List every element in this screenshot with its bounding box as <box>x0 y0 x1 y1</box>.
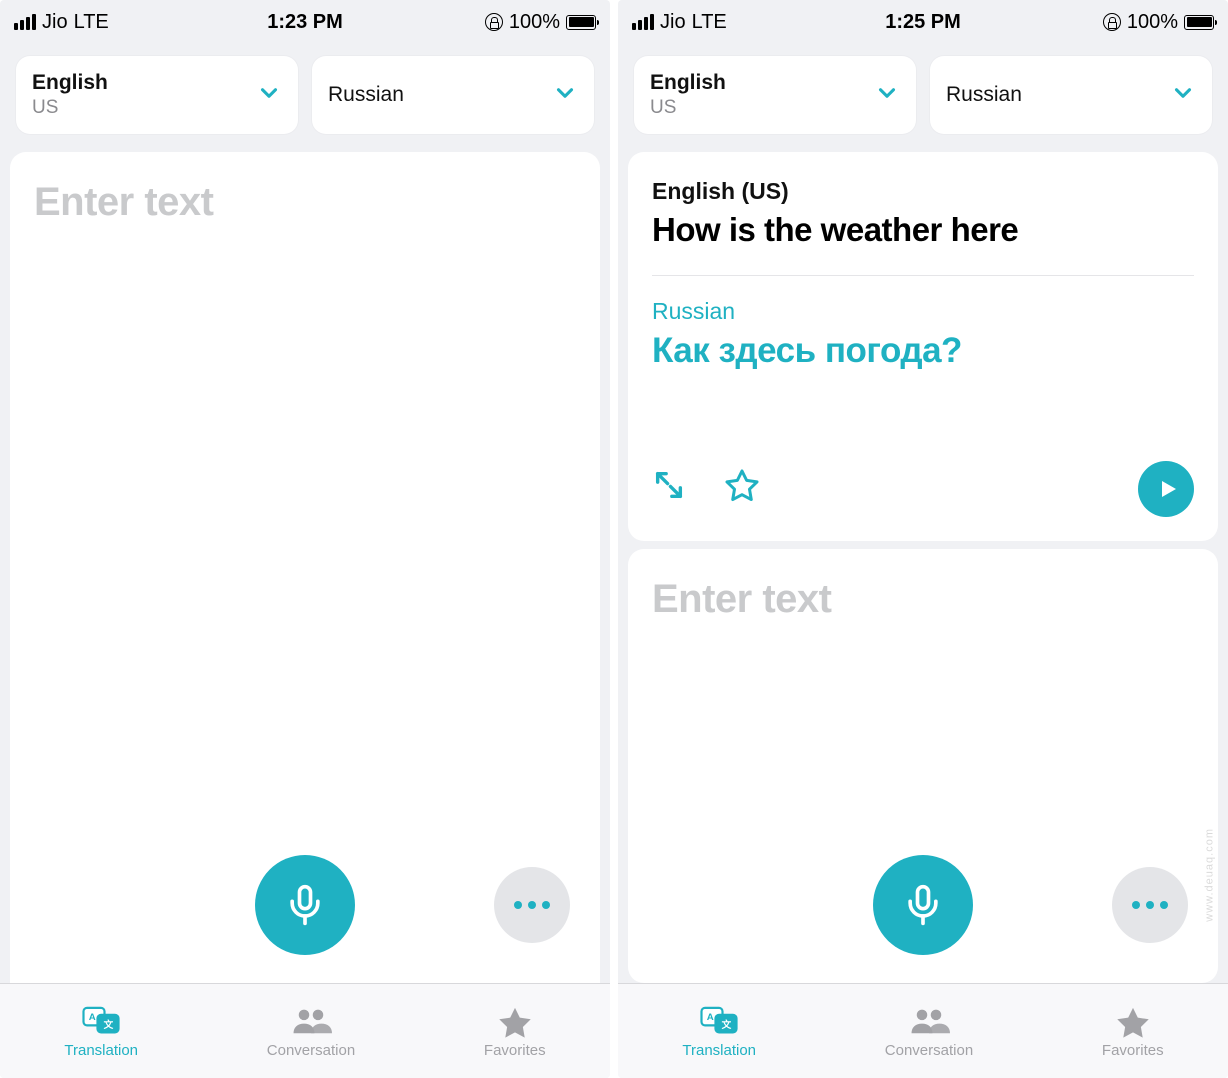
network-label: LTE <box>692 11 727 34</box>
signal-icon <box>632 14 654 30</box>
svg-text:A: A <box>707 1012 714 1023</box>
orientation-lock-icon <box>1103 13 1121 31</box>
carrier-label: Jio <box>660 11 686 34</box>
target-language-selector[interactable]: Russian <box>930 56 1212 134</box>
screen-left: Jio LTE 1:23 PM 100% English US Russian <box>0 0 610 1078</box>
source-language-selector[interactable]: English US <box>634 56 916 134</box>
network-label: LTE <box>74 11 109 34</box>
tab-label: Conversation <box>267 1042 355 1059</box>
input-placeholder: Enter text <box>34 180 214 224</box>
battery-percent: 100% <box>509 11 560 34</box>
carrier-label: Jio <box>42 11 68 34</box>
target-language-selector[interactable]: Russian <box>312 56 594 134</box>
tab-label: Conversation <box>885 1042 973 1059</box>
input-placeholder: Enter text <box>652 577 832 621</box>
more-button[interactable] <box>1112 867 1188 943</box>
expand-icon[interactable] <box>652 468 686 509</box>
source-language-name: English <box>650 70 726 96</box>
language-bar: English US Russian <box>0 44 610 152</box>
more-button[interactable] <box>494 867 570 943</box>
tab-bar: A文 Translation Conversation Favorites <box>0 983 610 1078</box>
watermark: www.deuaq.com <box>1204 828 1216 922</box>
tab-label: Translation <box>682 1042 756 1059</box>
divider <box>652 275 1194 276</box>
tab-translation[interactable]: A文 Translation <box>64 1004 138 1059</box>
tab-label: Favorites <box>1102 1042 1164 1059</box>
source-language-sub: US <box>32 96 108 120</box>
play-audio-button[interactable] <box>1138 461 1194 517</box>
orientation-lock-icon <box>485 13 503 31</box>
signal-icon <box>14 14 36 30</box>
source-language-name: English <box>32 70 108 96</box>
microphone-button[interactable] <box>873 855 973 955</box>
screen-right: Jio LTE 1:25 PM 100% English US Russian <box>618 0 1228 1078</box>
status-bar: Jio LTE 1:25 PM 100% <box>618 0 1228 44</box>
target-language-name: Russian <box>946 82 1022 108</box>
input-card[interactable]: Enter text <box>628 549 1218 983</box>
status-bar: Jio LTE 1:23 PM 100% <box>0 0 610 44</box>
chevron-down-icon <box>256 80 282 111</box>
language-bar: English US Russian <box>618 44 1228 152</box>
tab-conversation[interactable]: Conversation <box>885 1004 973 1059</box>
svg-text:文: 文 <box>103 1019 114 1031</box>
tab-favorites[interactable]: Favorites <box>1102 1004 1164 1059</box>
chevron-down-icon <box>552 80 578 111</box>
tab-conversation[interactable]: Conversation <box>267 1004 355 1059</box>
chevron-down-icon <box>1170 80 1196 111</box>
tab-translation[interactable]: A文 Translation <box>682 1004 756 1059</box>
svg-text:文: 文 <box>721 1019 732 1031</box>
svg-text:A: A <box>89 1012 96 1023</box>
chevron-down-icon <box>874 80 900 111</box>
input-card[interactable]: Enter text <box>10 152 600 983</box>
source-language-sub: US <box>650 96 726 120</box>
battery-icon <box>1184 15 1214 30</box>
tab-bar: A文 Translation Conversation Favorites <box>618 983 1228 1078</box>
battery-icon <box>566 15 596 30</box>
target-lang-label: Russian <box>652 298 1194 325</box>
microphone-button[interactable] <box>255 855 355 955</box>
battery-percent: 100% <box>1127 11 1178 34</box>
source-language-selector[interactable]: English US <box>16 56 298 134</box>
target-language-name: Russian <box>328 82 404 108</box>
result-card: English (US) How is the weather here Rus… <box>628 152 1218 541</box>
favorite-star-icon[interactable] <box>724 468 760 509</box>
translated-text: Как здесь погода? <box>652 331 1194 371</box>
source-lang-label: English (US) <box>652 178 1194 205</box>
tab-label: Translation <box>64 1042 138 1059</box>
tab-favorites[interactable]: Favorites <box>484 1004 546 1059</box>
clock: 1:25 PM <box>885 11 961 34</box>
tab-label: Favorites <box>484 1042 546 1059</box>
clock: 1:23 PM <box>267 11 343 34</box>
source-text: How is the weather here <box>652 211 1194 249</box>
